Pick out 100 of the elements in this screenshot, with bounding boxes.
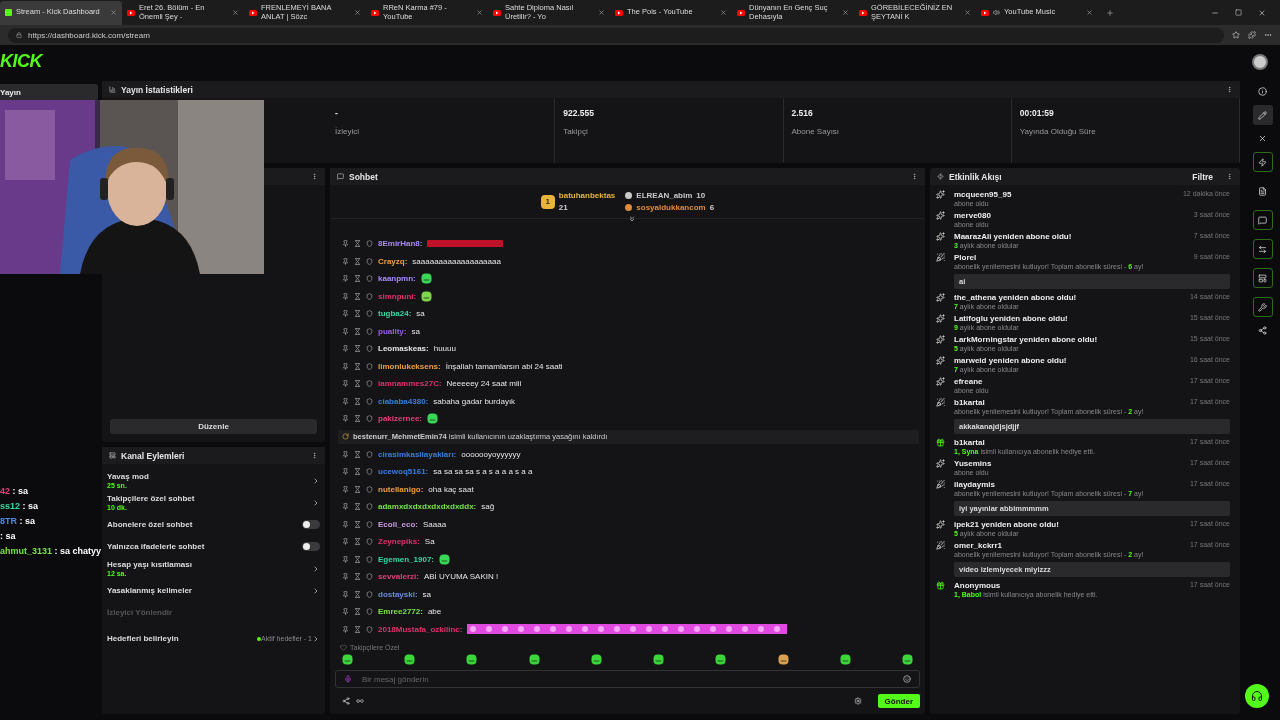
message-field[interactable]: Bir mesaj gönderin [360, 673, 895, 685]
extensions-icon[interactable] [1248, 31, 1256, 39]
pin-icon[interactable] [342, 485, 349, 493]
avatar[interactable] [1252, 53, 1268, 70]
pin-icon[interactable] [342, 397, 349, 405]
pin-icon[interactable] [342, 625, 349, 633]
message-text: huuuu [433, 344, 456, 354]
gift-count: 10 [696, 191, 706, 200]
emote-icon [421, 290, 433, 302]
overlay-chat-line: ss12 : sa [0, 501, 40, 511]
settings-icon[interactable] [853, 697, 862, 705]
more-icon[interactable] [1264, 31, 1272, 39]
emote-icon [466, 654, 478, 665]
chat-rail-button[interactable] [1252, 210, 1273, 230]
toggle-switch[interactable] [302, 520, 320, 529]
support-button[interactable] [1245, 684, 1269, 708]
action-label: Hedefleri belirleyin [107, 634, 180, 643]
play-icon [859, 9, 867, 16]
emote-icon [590, 654, 602, 665]
username: simnpuni: [378, 291, 417, 301]
username: ucewoq5161: [378, 467, 429, 477]
message-text: sa [411, 326, 420, 336]
pin-icon[interactable] [342, 275, 349, 283]
share-icon[interactable] [1258, 326, 1267, 335]
gift-icon [936, 438, 945, 447]
pin-icon[interactable] [342, 327, 349, 335]
emote-icon [675, 624, 692, 635]
pin-icon[interactable] [342, 573, 349, 581]
pin-icon[interactable] [342, 345, 349, 353]
pin-icon[interactable] [342, 292, 349, 300]
pin-icon[interactable] [342, 450, 349, 458]
event-title: b1kartal [954, 398, 986, 407]
wrench-rail-button[interactable] [1252, 297, 1273, 317]
pin-icon[interactable] [342, 415, 349, 423]
action-label: Abonelere özel sohbet [107, 520, 194, 529]
play-icon [371, 9, 379, 16]
close-icon[interactable] [964, 9, 971, 16]
event-title: ilaydaymis [954, 480, 996, 489]
pin-icon[interactable] [342, 240, 349, 248]
action-label: Hesap yaşı kısıtlaması [107, 560, 193, 569]
emote-icon [528, 654, 540, 665]
emote-icon [467, 624, 484, 635]
close-icon[interactable] [1086, 9, 1093, 16]
emote-icon [643, 624, 660, 635]
edit-rail-button[interactable] [1252, 105, 1273, 125]
pin-icon[interactable] [342, 590, 349, 598]
username: Crayzq: [378, 256, 408, 266]
speaker-icon[interactable] [993, 9, 1000, 16]
close-icon[interactable] [598, 9, 605, 16]
send-button[interactable]: Gönder [877, 694, 920, 708]
pin-icon[interactable] [342, 608, 349, 616]
maximize-icon[interactable] [1235, 9, 1242, 16]
leader-name: ELREAN_abim [636, 191, 693, 200]
pin-icon[interactable] [342, 520, 349, 528]
pin-icon[interactable] [342, 503, 349, 511]
share-icon[interactable] [342, 697, 350, 705]
pin-icon[interactable] [342, 538, 349, 546]
emoji-icon[interactable] [903, 675, 911, 683]
pin-icon[interactable] [342, 310, 349, 318]
pin-icon[interactable] [342, 555, 349, 563]
close-icon[interactable] [720, 9, 727, 16]
close-icon[interactable] [232, 9, 239, 16]
new-tab-icon[interactable] [1106, 8, 1114, 17]
microphone-icon [344, 675, 352, 683]
lightning-rail-button[interactable] [1252, 152, 1273, 172]
stat-label: İzleyici [335, 127, 360, 136]
arrows-rail-button[interactable] [1252, 239, 1273, 259]
username: Leomaskeas: [378, 344, 429, 354]
star-icon[interactable] [1232, 31, 1240, 39]
event-title: Yusemins [954, 459, 993, 468]
close-icon[interactable] [842, 9, 849, 16]
layout-rail-button[interactable] [1252, 268, 1273, 288]
close-icon[interactable] [476, 9, 483, 16]
pin-icon[interactable] [342, 380, 349, 388]
pin-icon[interactable] [342, 257, 349, 265]
pin-icon[interactable] [342, 468, 349, 476]
close-icon[interactable] [354, 9, 361, 16]
toggle-switch[interactable] [302, 542, 320, 551]
play-icon [981, 9, 989, 16]
sparkles-icon [936, 335, 945, 344]
filter-link[interactable]: Filtre [1192, 171, 1213, 182]
event-title: omer_kckrr1 [954, 541, 1004, 550]
edit-button[interactable]: Düzenle [110, 419, 317, 434]
stat-value: 2.516 [791, 108, 814, 118]
close-icon[interactable] [1258, 8, 1266, 17]
username: dostayski: [378, 589, 418, 599]
address-field[interactable]: https://dashboard.kick.com/stream [8, 27, 1224, 43]
info-icon[interactable] [1258, 87, 1267, 96]
username: tugba24: [378, 309, 412, 319]
pin-icon[interactable] [342, 362, 349, 370]
play-icon [249, 9, 257, 16]
stat-value: - [335, 108, 339, 118]
scroll-down-icon[interactable] [627, 215, 636, 223]
overlay-chat-line: 42 : sa [0, 486, 30, 496]
heart-icon [340, 644, 347, 651]
message-text: ooooooyoyyyyyy [461, 449, 521, 459]
emote-icon [755, 624, 772, 635]
action-row[interactable]: Yasaklanmış kelimeler [107, 582, 320, 599]
message-box[interactable]: Bir mesaj gönderin [335, 670, 920, 688]
message-text: ABİ UYUMA SAKIN ! [423, 572, 499, 582]
